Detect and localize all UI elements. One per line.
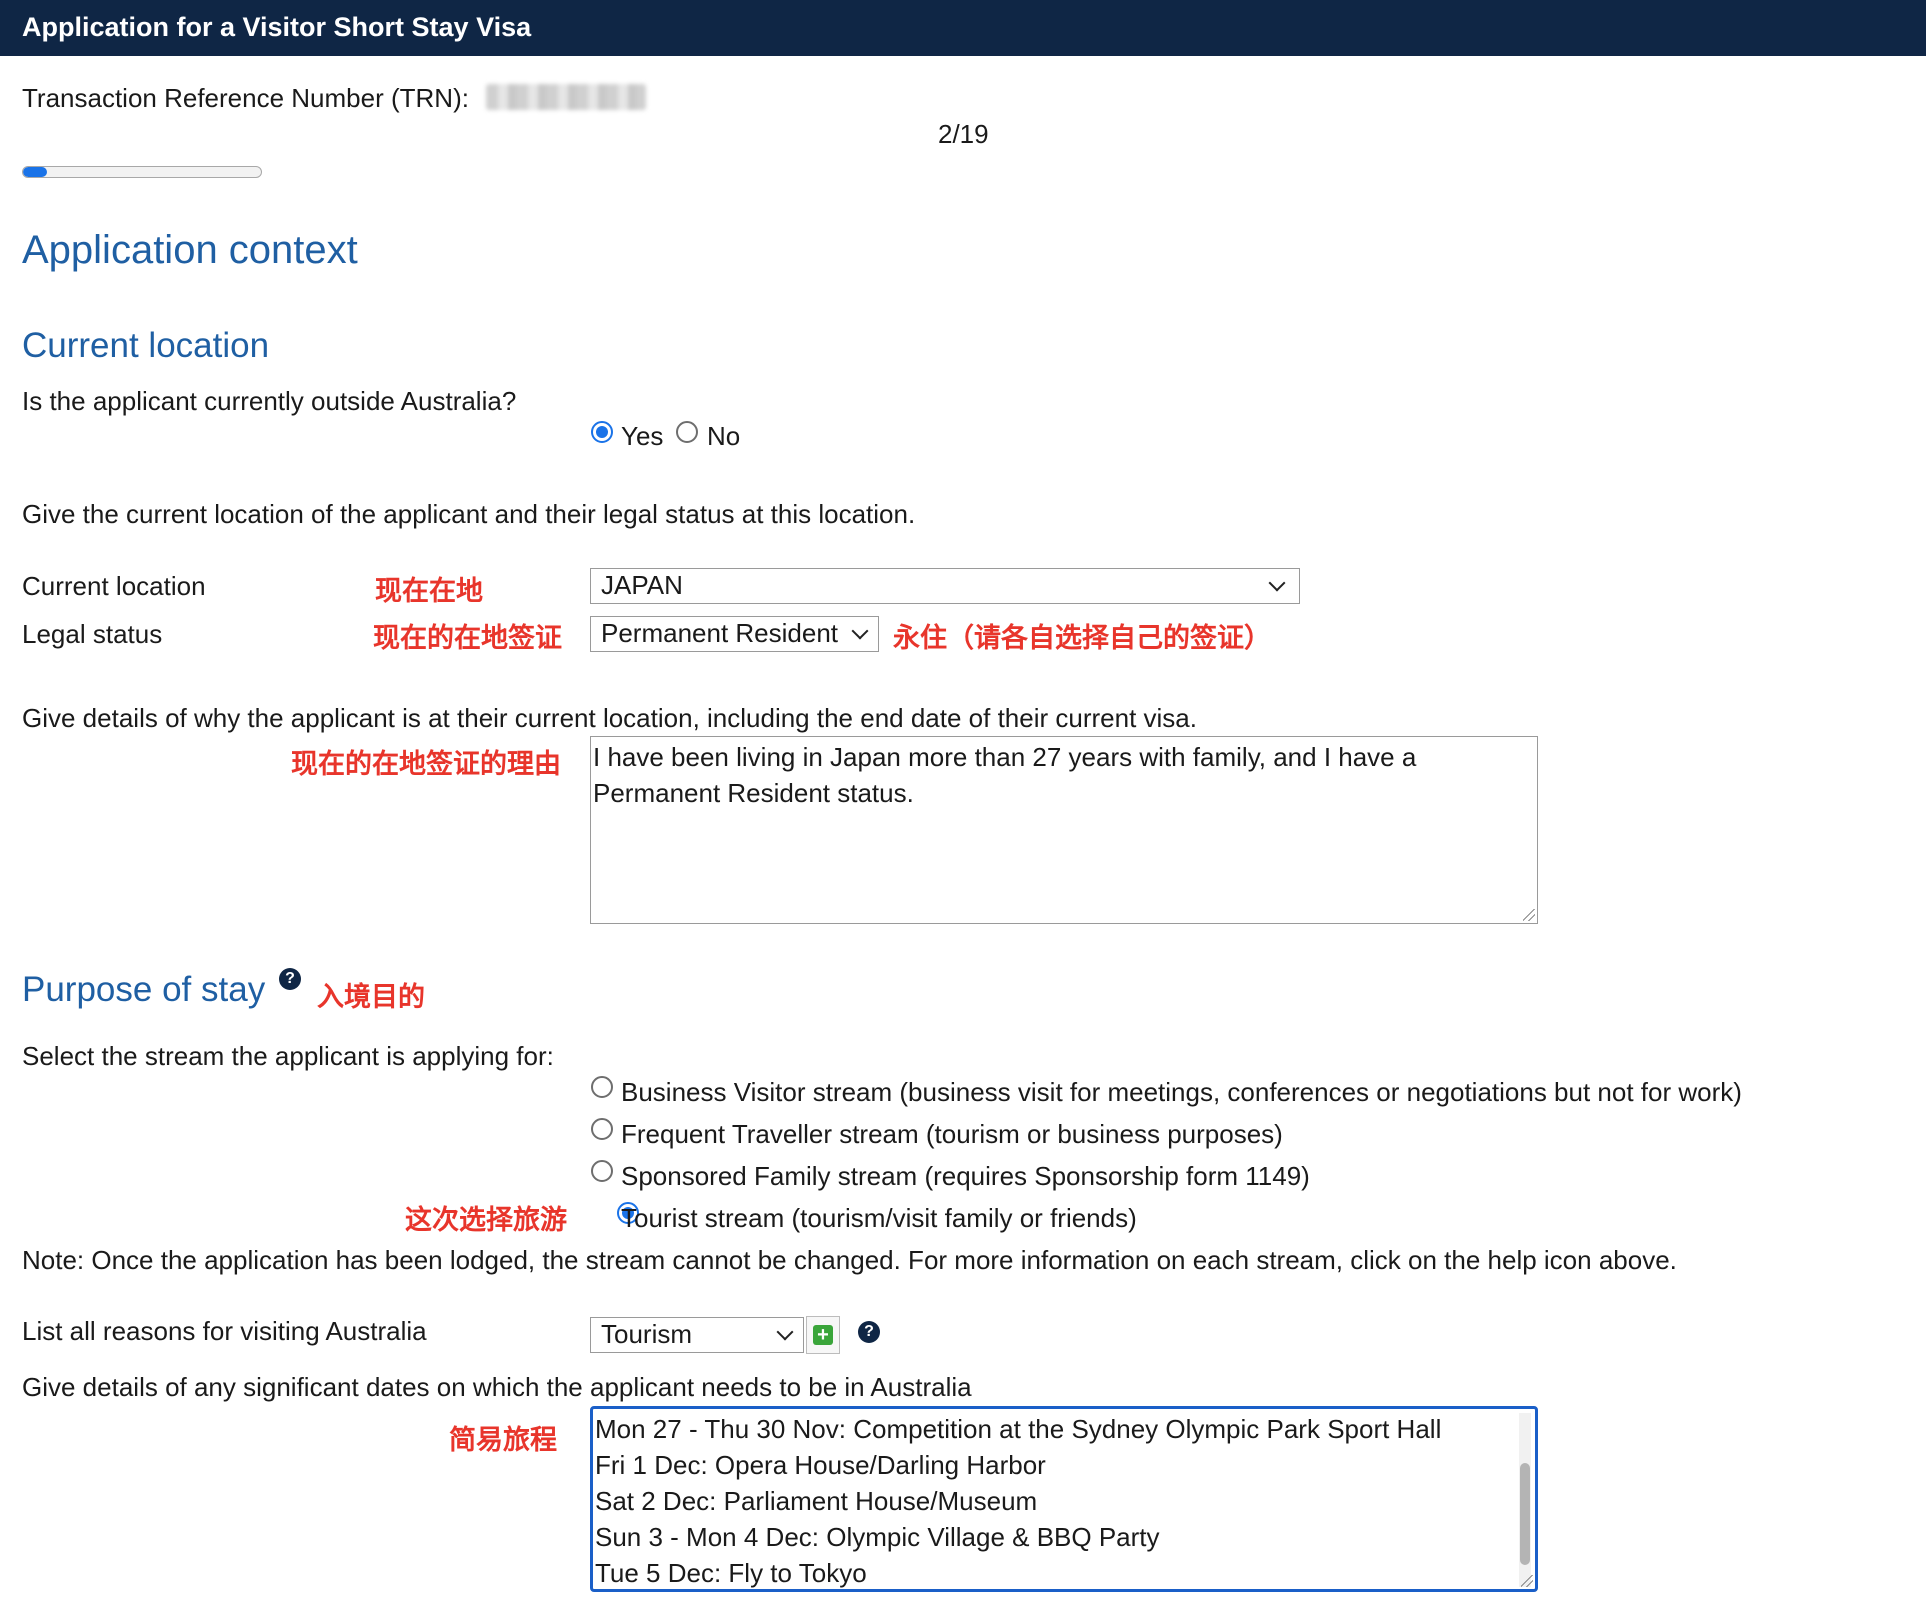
progress-bar — [22, 166, 262, 178]
itinerary-line: Sat 2 Dec: Parliament House/Museum — [595, 1486, 1038, 1516]
stream-label-tourist[interactable]: Tourist stream (tourism/visit family or … — [621, 1203, 1137, 1233]
radio-business-visitor-stream[interactable] — [591, 1076, 613, 1098]
significant-dates-textarea[interactable]: Mon 27 - Thu 30 Nov: Competition at the … — [590, 1406, 1538, 1592]
reasons-value: Tourism — [601, 1319, 693, 1349]
progress-text: 2/19 — [938, 119, 989, 149]
resize-grip-icon[interactable] — [1521, 1575, 1533, 1587]
radio-sponsored-family-stream[interactable] — [591, 1160, 613, 1182]
itinerary-line: Mon 27 - Thu 30 Nov: Competition at the … — [595, 1414, 1442, 1444]
radio-no-label[interactable]: No — [707, 421, 740, 451]
radio-yes-label[interactable]: Yes — [621, 421, 663, 451]
stream-prompt: Select the stream the applicant is apply… — [22, 1041, 554, 1071]
window-title-bar: Application for a Visitor Short Stay Vis… — [0, 0, 1926, 56]
chevron-down-icon — [851, 622, 869, 640]
outside-australia-question: Is the applicant currently outside Austr… — [22, 386, 517, 416]
current-location-label: Current location — [22, 571, 206, 601]
scrollbar-thumb[interactable] — [1520, 1463, 1530, 1565]
annotation-reason: 现在的在地签证的理由 — [291, 749, 561, 779]
itinerary-line: Sun 3 - Mon 4 Dec: Olympic Village & BBQ… — [595, 1522, 1160, 1552]
add-reason-button[interactable]: + — [806, 1316, 840, 1354]
app-title: Application for a Visitor Short Stay Vis… — [22, 12, 532, 42]
radio-no[interactable] — [676, 421, 698, 443]
radio-yes[interactable] — [591, 421, 613, 443]
question-circle-icon[interactable]: ? — [858, 1321, 880, 1343]
stream-label-business-visitor[interactable]: Business Visitor stream (business visit … — [621, 1077, 1742, 1107]
annotation-tourist: 这次选择旅游 — [405, 1205, 567, 1235]
stream-label-sponsored-family[interactable]: Sponsored Family stream (requires Sponso… — [621, 1161, 1310, 1191]
chevron-down-icon — [1268, 574, 1286, 592]
legal-status-select[interactable]: Permanent Resident — [590, 616, 879, 652]
progress-bar-fill — [23, 167, 47, 177]
annotation-location: 现在在地 — [375, 576, 483, 606]
reasons-select[interactable]: Tourism — [590, 1317, 804, 1353]
location-details-text: I have been living in Japan more than 27… — [593, 742, 1417, 808]
radio-frequent-traveller-stream[interactable] — [591, 1118, 613, 1140]
location-instruction: Give the current location of the applica… — [22, 499, 916, 529]
chevron-down-icon — [776, 1323, 794, 1341]
details-prompt: Give details of why the applicant is at … — [22, 703, 1197, 733]
reasons-label: List all reasons for visiting Australia — [22, 1316, 427, 1346]
legal-status-value: Permanent Resident — [601, 618, 839, 648]
stream-label-frequent-traveller[interactable]: Frequent Traveller stream (tourism or bu… — [621, 1119, 1283, 1149]
itinerary-line: Tue 5 Dec: Fly to Tokyo — [595, 1558, 867, 1588]
annotation-legal-status: 现在的在地签证 — [373, 623, 562, 653]
current-location-select[interactable]: JAPAN — [590, 568, 1300, 604]
section-heading-current-location: Current location — [22, 326, 270, 365]
annotation-purpose: 入境目的 — [317, 982, 425, 1012]
page-title: Application context — [22, 228, 358, 272]
section-heading-purpose-of-stay: Purpose of stay — [22, 970, 266, 1009]
current-location-value: JAPAN — [601, 570, 683, 600]
legal-status-label: Legal status — [22, 619, 163, 649]
location-details-textarea[interactable]: I have been living in Japan more than 27… — [590, 736, 1538, 924]
question-circle-icon[interactable]: ? — [279, 968, 301, 990]
annotation-itinerary: 简易旅程 — [449, 1425, 557, 1455]
textarea-scrollbar[interactable] — [1519, 1413, 1531, 1587]
trn-label: Transaction Reference Number (TRN): — [22, 83, 469, 113]
plus-square-icon: + — [813, 1325, 833, 1345]
annotation-legal-status-note: 永住（请各自选择自己的签证） — [893, 623, 1271, 653]
stream-note: Note: Once the application has been lodg… — [22, 1245, 1677, 1275]
resize-grip-icon[interactable] — [1523, 909, 1535, 921]
dates-prompt: Give details of any significant dates on… — [22, 1372, 972, 1402]
itinerary-line: Fri 1 Dec: Opera House/Darling Harbor — [595, 1450, 1046, 1480]
trn-redacted-value — [486, 84, 646, 110]
